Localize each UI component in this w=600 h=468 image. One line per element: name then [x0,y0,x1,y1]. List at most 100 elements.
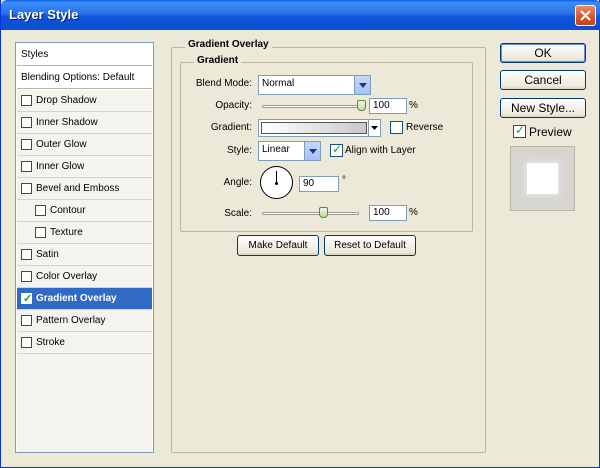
angle-input[interactable]: 90 [299,176,339,192]
styles-list: Styles Blending Options: Default Drop Sh… [15,42,154,453]
style-value: Linear [262,144,290,155]
effect-item-inner-glow[interactable]: Inner Glow [17,156,152,178]
new-style-button[interactable]: New Style... [500,98,586,118]
opacity-slider-track[interactable] [262,105,362,108]
scale-value: 100 [373,207,390,218]
align-with-layer-label: Align with Layer [345,145,416,156]
gradient-label: Gradient: [210,122,252,133]
close-icon [580,10,591,21]
angle-center [275,182,278,185]
ok-button[interactable]: OK [500,43,586,63]
title-bar[interactable]: Layer Style [1,0,600,30]
angle-dial[interactable] [260,166,293,199]
styles-header-label: Styles [21,49,49,60]
effect-label: Color Overlay [36,271,98,282]
angle-label: Angle: [223,177,252,188]
blending-options-label: Blending Options: Default [21,72,135,83]
blend-mode-select[interactable]: Normal [258,75,371,95]
gradient-group-title: Gradient [194,55,242,66]
preview-thumbnail [510,146,575,211]
effect-checkbox[interactable] [21,95,32,106]
effect-label: Gradient Overlay [36,293,117,304]
scale-input[interactable]: 100 [369,205,407,221]
effect-checkbox[interactable] [21,271,32,282]
styles-header[interactable]: Styles [17,44,152,66]
effect-item-gradient-overlay[interactable]: ✓ Gradient Overlay [17,288,152,310]
effect-item-inner-shadow[interactable]: Inner Shadow [17,112,152,134]
close-button[interactable] [575,5,596,26]
effect-checkbox[interactable] [35,227,46,238]
opacity-label: Opacity: [215,100,252,111]
check-icon: ✓ [515,123,526,137]
effect-item-color-overlay[interactable]: Color Overlay [17,266,152,288]
blending-options[interactable]: Blending Options: Default [17,67,152,89]
cancel-label: Cancel [524,73,562,87]
chevron-down-icon [371,126,378,130]
scale-slider-thumb[interactable] [319,207,328,218]
effect-item-drop-shadow[interactable]: Drop Shadow [17,90,152,112]
scale-unit: % [409,207,418,218]
effect-checkbox[interactable] [21,183,32,194]
effect-item-satin[interactable]: Satin [17,244,152,266]
effect-label: Inner Glow [36,161,85,172]
effect-checkbox[interactable] [21,315,32,326]
effect-checkbox[interactable] [21,139,32,150]
effect-item-contour[interactable]: Contour [17,200,152,222]
effect-checkbox[interactable] [21,117,32,128]
blend-mode-value: Normal [262,78,295,89]
gradient-swatch[interactable] [261,122,367,134]
effect-item-pattern-overlay[interactable]: Pattern Overlay [17,310,152,332]
reset-to-default-label: Reset to Default [334,240,406,251]
effects-list-filler [17,354,152,452]
opacity-input[interactable]: 100 [369,98,407,114]
window-title: Layer Style [9,7,79,22]
effect-checkbox[interactable]: ✓ [21,293,33,305]
style-label: Style: [226,145,252,156]
cancel-button[interactable]: Cancel [500,70,586,90]
opacity-value: 100 [373,100,390,111]
align-with-layer-checkbox[interactable]: ✓ [330,142,343,157]
layer-style-dialog: Layer Style Styles Blending Options: Def… [0,0,600,468]
reverse-label: Reverse [406,122,444,133]
gradient-overlay-title: Gradient Overlay [185,39,272,50]
scale-label: Scale: [224,208,252,219]
make-default-label: Make Default [248,240,308,251]
effect-label: Satin [36,249,59,260]
effect-item-outer-glow[interactable]: Outer Glow [17,134,152,156]
preview-layer [527,163,558,194]
opacity-unit: % [409,100,418,111]
gradient-picker[interactable] [258,119,381,137]
effect-label: Contour [50,205,86,216]
effect-label: Texture [50,227,83,238]
scale-slider-track[interactable] [262,212,359,215]
effect-checkbox[interactable] [35,205,46,216]
effect-checkbox[interactable] [21,337,32,348]
angle-value: 90 [303,178,315,189]
effect-checkbox[interactable] [21,249,32,260]
effect-label: Outer Glow [36,139,87,150]
effect-label: Drop Shadow [36,95,97,106]
effect-checkbox[interactable] [21,161,32,172]
chevron-down-icon [358,82,367,88]
style-select[interactable]: Linear [258,141,321,161]
effect-item-stroke[interactable]: Stroke [17,332,152,354]
check-icon: ✓ [23,293,33,305]
blend-mode-dropdown-button[interactable] [354,76,370,94]
make-default-button[interactable]: Make Default [237,235,319,256]
reverse-checkbox[interactable] [390,121,403,134]
preview-label: Preview [529,125,572,139]
gradient-dropdown-button[interactable] [368,120,380,136]
effect-item-texture[interactable]: Texture [17,222,152,244]
effect-label: Stroke [36,337,65,348]
angle-unit: ° [342,175,346,186]
opacity-slider-thumb[interactable] [357,100,366,111]
new-style-label: New Style... [510,101,576,115]
effect-label: Pattern Overlay [36,315,106,326]
preview-checkbox[interactable]: ✓ [513,123,526,138]
blend-mode-label: Blend Mode: [195,78,252,89]
chevron-down-icon [308,148,317,154]
effect-item-bevel-and-emboss[interactable]: Bevel and Emboss [17,178,152,200]
ok-label: OK [534,46,552,60]
style-dropdown-button[interactable] [304,142,320,160]
reset-to-default-button[interactable]: Reset to Default [324,235,416,256]
